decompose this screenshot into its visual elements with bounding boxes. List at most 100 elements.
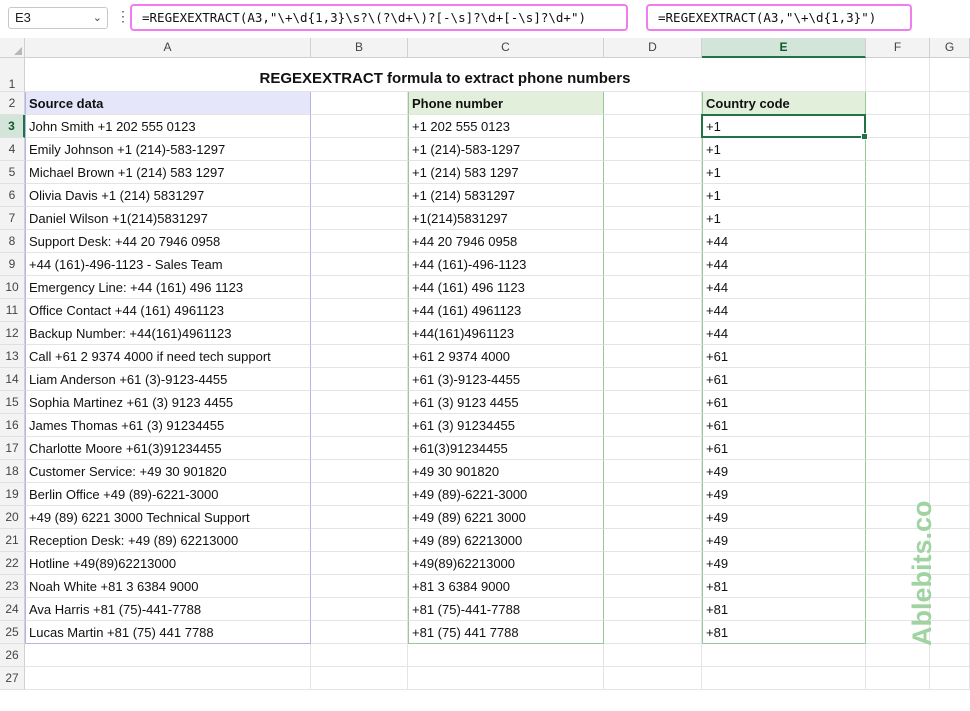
row-header[interactable]: 14: [0, 368, 25, 391]
empty-cell[interactable]: [702, 644, 866, 667]
country-code-cell[interactable]: +44: [702, 230, 866, 253]
empty-cell[interactable]: [930, 276, 970, 299]
country-code-cell[interactable]: +1: [702, 184, 866, 207]
column-header[interactable]: D: [604, 38, 702, 58]
column-header[interactable]: A: [25, 38, 311, 58]
country-code-cell[interactable]: +1: [702, 115, 866, 138]
empty-cell[interactable]: [311, 483, 408, 506]
select-all-corner[interactable]: [0, 38, 25, 58]
empty-cell[interactable]: [930, 299, 970, 322]
empty-cell[interactable]: [311, 115, 408, 138]
country-code-cell[interactable]: +49: [702, 483, 866, 506]
row-header[interactable]: 9: [0, 253, 25, 276]
empty-cell[interactable]: [930, 460, 970, 483]
empty-cell[interactable]: [604, 460, 702, 483]
row-header[interactable]: 4: [0, 138, 25, 161]
row-header[interactable]: 6: [0, 184, 25, 207]
country-code-cell[interactable]: +44: [702, 253, 866, 276]
empty-cell[interactable]: [930, 207, 970, 230]
empty-cell[interactable]: [866, 322, 930, 345]
phone-number-cell[interactable]: +44 20 7946 0958: [408, 230, 604, 253]
empty-cell[interactable]: [866, 667, 930, 690]
empty-cell[interactable]: [866, 253, 930, 276]
empty-cell[interactable]: [604, 483, 702, 506]
formula-input[interactable]: =REGEXEXTRACT(A3,"\+\d{1,3}\s?\(?\d+\)?[…: [130, 4, 628, 31]
empty-cell[interactable]: [930, 437, 970, 460]
country-code-cell[interactable]: +61: [702, 414, 866, 437]
empty-cell[interactable]: [311, 345, 408, 368]
empty-cell[interactable]: [930, 58, 970, 92]
column-header[interactable]: E: [702, 38, 866, 58]
empty-cell[interactable]: [604, 92, 702, 115]
empty-cell[interactable]: [866, 460, 930, 483]
empty-cell[interactable]: [604, 345, 702, 368]
empty-cell[interactable]: [930, 184, 970, 207]
empty-cell[interactable]: [604, 621, 702, 644]
row-header[interactable]: 1: [0, 58, 25, 92]
row-header[interactable]: 16: [0, 414, 25, 437]
source-data-cell[interactable]: Berlin Office +49 (89)-6221-3000: [25, 483, 311, 506]
empty-cell[interactable]: [866, 115, 930, 138]
source-data-cell[interactable]: Backup Number: +44(161)4961123: [25, 322, 311, 345]
phone-number-cell[interactable]: +44 (161) 496 1123: [408, 276, 604, 299]
source-data-cell[interactable]: Sophia Martinez +61 (3) 9123 4455: [25, 391, 311, 414]
empty-cell[interactable]: [930, 322, 970, 345]
source-data-cell[interactable]: Support Desk: +44 20 7946 0958: [25, 230, 311, 253]
empty-cell[interactable]: [311, 253, 408, 276]
empty-cell[interactable]: [930, 345, 970, 368]
phone-number-cell[interactable]: +61 (3)-9123-4455: [408, 368, 604, 391]
sheet-title[interactable]: REGEXEXTRACT formula to extract phone nu…: [25, 58, 866, 92]
source-data-cell[interactable]: Hotline +49(89)62213000: [25, 552, 311, 575]
empty-cell[interactable]: [604, 184, 702, 207]
empty-cell[interactable]: [311, 368, 408, 391]
name-box[interactable]: E3 ⌄: [8, 7, 108, 29]
phone-number-cell[interactable]: +61 2 9374 4000: [408, 345, 604, 368]
row-header[interactable]: 8: [0, 230, 25, 253]
empty-cell[interactable]: [311, 138, 408, 161]
empty-cell[interactable]: [930, 253, 970, 276]
country-code-cell[interactable]: +61: [702, 391, 866, 414]
row-header[interactable]: 13: [0, 345, 25, 368]
empty-cell[interactable]: [866, 437, 930, 460]
row-header[interactable]: 26: [0, 644, 25, 667]
source-data-cell[interactable]: +49 (89) 6221 3000 Technical Support: [25, 506, 311, 529]
empty-cell[interactable]: [604, 161, 702, 184]
empty-cell[interactable]: [866, 161, 930, 184]
empty-cell[interactable]: [311, 184, 408, 207]
empty-cell[interactable]: [311, 437, 408, 460]
empty-cell[interactable]: [604, 575, 702, 598]
country-code-cell[interactable]: +44: [702, 299, 866, 322]
country-code-cell[interactable]: +81: [702, 575, 866, 598]
empty-cell[interactable]: [311, 207, 408, 230]
empty-cell[interactable]: [311, 322, 408, 345]
row-header[interactable]: 15: [0, 391, 25, 414]
country-code-cell[interactable]: +81: [702, 621, 866, 644]
source-data-cell[interactable]: Ava Harris +81 (75)-441-7788: [25, 598, 311, 621]
country-code-cell[interactable]: +81: [702, 598, 866, 621]
empty-cell[interactable]: [604, 368, 702, 391]
empty-cell[interactable]: [25, 667, 311, 690]
source-data-cell[interactable]: Office Contact +44 (161) 4961123: [25, 299, 311, 322]
empty-cell[interactable]: [930, 161, 970, 184]
row-header[interactable]: 22: [0, 552, 25, 575]
empty-cell[interactable]: [604, 529, 702, 552]
source-data-cell[interactable]: Olivia Davis +1 (214) 5831297: [25, 184, 311, 207]
source-data-cell[interactable]: Noah White +81 3 6384 9000: [25, 575, 311, 598]
empty-cell[interactable]: [866, 299, 930, 322]
country-code-cell[interactable]: +1: [702, 138, 866, 161]
empty-cell[interactable]: [702, 667, 866, 690]
header-phone-number[interactable]: Phone number: [408, 92, 604, 115]
source-data-cell[interactable]: Emily Johnson +1 (214)-583-1297: [25, 138, 311, 161]
header-country-code[interactable]: Country code: [702, 92, 866, 115]
row-header[interactable]: 10: [0, 276, 25, 299]
row-header[interactable]: 5: [0, 161, 25, 184]
empty-cell[interactable]: [311, 506, 408, 529]
empty-cell[interactable]: [311, 161, 408, 184]
phone-number-cell[interactable]: +61 (3) 91234455: [408, 414, 604, 437]
empty-cell[interactable]: [866, 184, 930, 207]
country-code-cell[interactable]: +44: [702, 322, 866, 345]
empty-cell[interactable]: [604, 253, 702, 276]
empty-cell[interactable]: [604, 598, 702, 621]
phone-number-cell[interactable]: +49 30 901820: [408, 460, 604, 483]
source-data-cell[interactable]: Customer Service: +49 30 901820: [25, 460, 311, 483]
